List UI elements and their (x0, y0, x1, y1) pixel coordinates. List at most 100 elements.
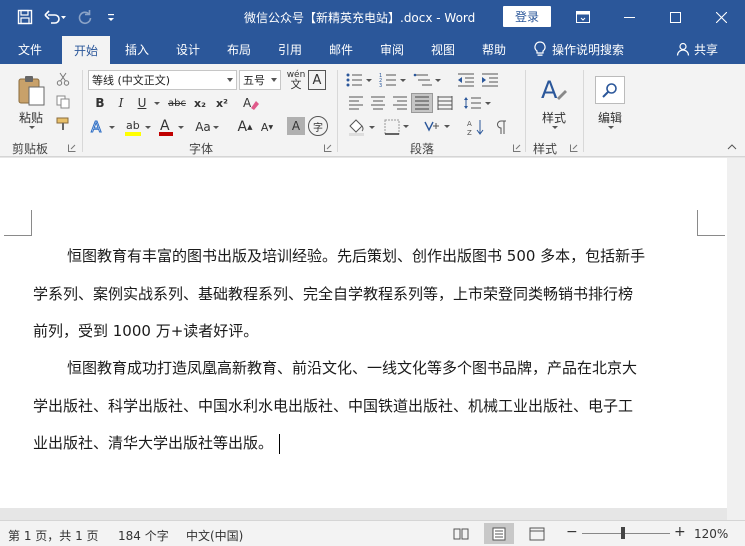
font-name-combo[interactable]: 等线 (中文正文) (88, 70, 237, 90)
undo-button[interactable] (40, 6, 70, 28)
editing-button[interactable]: 编辑 (590, 69, 630, 135)
word-count[interactable]: 184 个字 (118, 527, 169, 544)
save-button[interactable] (14, 6, 36, 28)
tab-view[interactable]: 视图 (422, 34, 464, 64)
copy-button[interactable] (54, 93, 72, 111)
web-layout-button[interactable] (522, 523, 552, 544)
tab-review[interactable]: 审阅 (371, 34, 413, 64)
align-center-button[interactable] (368, 94, 388, 112)
shading-button[interactable] (346, 116, 380, 138)
ribbon-display-icon (576, 11, 590, 23)
close-button[interactable] (698, 0, 744, 34)
read-mode-button[interactable] (446, 523, 476, 544)
lightbulb-icon (534, 41, 546, 56)
cut-button[interactable] (54, 70, 72, 88)
font-color-button[interactable]: A (157, 116, 187, 138)
paragraph-1[interactable]: 恒图教育有丰富的图书出版及培训经验。先后策划、创作出版图书 500 多本，包括新… (33, 238, 698, 351)
tell-me-search[interactable]: 操作说明搜索 (534, 34, 624, 64)
sort-button[interactable]: AZ (466, 116, 486, 138)
clipboard-launcher-icon[interactable] (68, 144, 76, 152)
bold-button[interactable]: B (92, 94, 108, 112)
paste-button[interactable]: 粘贴 (10, 70, 52, 134)
language-indicator[interactable]: 中文(中国) (186, 527, 243, 544)
phonetic-guide-button[interactable]: wén 文 (286, 69, 306, 91)
save-icon (17, 9, 33, 25)
share-button[interactable]: 共享 (676, 34, 718, 64)
login-button[interactable]: 登录 (503, 6, 551, 27)
document-area: 恒图教育有丰富的图书出版及培训经验。先后策划、创作出版图书 500 多本，包括新… (0, 158, 745, 520)
italic-button[interactable]: I (113, 94, 129, 112)
zoom-level[interactable]: 120% (694, 527, 728, 541)
font-size-combo[interactable]: 五号 (239, 70, 281, 90)
tab-mailings[interactable]: 邮件 (320, 34, 362, 64)
underline-button[interactable]: U (134, 94, 150, 112)
styles-group-label: 样式 (533, 142, 558, 156)
vertical-scrollbar[interactable] (727, 158, 745, 520)
change-case-button[interactable]: Aa (192, 116, 222, 138)
decrease-indent-button[interactable] (455, 70, 477, 90)
align-right-button[interactable] (390, 94, 410, 112)
separator (583, 70, 584, 152)
zoom-slider-track[interactable] (582, 533, 670, 534)
align-left-button[interactable] (346, 94, 366, 112)
tab-insert[interactable]: 插入 (116, 34, 158, 64)
increase-indent-button[interactable] (479, 70, 501, 90)
crop-mark-right (697, 210, 725, 236)
strikethrough-button[interactable]: abc (166, 94, 188, 112)
show-marks-button[interactable] (492, 116, 510, 138)
line-spacing-button[interactable] (462, 94, 494, 112)
zoom-slider-thumb[interactable] (621, 527, 625, 539)
tab-file[interactable]: 文件 (8, 34, 52, 64)
tab-references[interactable]: 引用 (269, 34, 311, 64)
customize-qat-button[interactable] (100, 6, 122, 28)
format-painter-button[interactable] (54, 115, 72, 133)
redo-button[interactable] (74, 6, 96, 28)
text-effects-button[interactable]: A (90, 116, 116, 138)
document-title: 微信公众号【新精英充电站】.docx - Word (244, 11, 476, 25)
highlight-button[interactable]: ab (122, 116, 154, 138)
tab-design[interactable]: 设计 (167, 34, 209, 64)
tab-home[interactable]: 开始 (62, 36, 110, 64)
underline-dropdown-icon[interactable] (154, 102, 160, 105)
grow-font-button[interactable]: A ▲ (236, 116, 254, 138)
styles-button[interactable]: A 样式 (532, 69, 576, 135)
zoom-in-button[interactable]: + (674, 524, 686, 540)
paragraph-launcher-icon[interactable] (513, 144, 521, 152)
char-shading-button[interactable]: A (287, 117, 305, 135)
format-painter-icon (56, 117, 69, 130)
document-page[interactable]: 恒图教育有丰富的图书出版及培训经验。先后策划、创作出版图书 500 多本，包括新… (0, 158, 727, 508)
borders-icon (384, 119, 409, 135)
align-right-icon (393, 96, 407, 110)
subscript-button[interactable]: x₂ (190, 94, 210, 112)
distributed-button[interactable] (435, 94, 455, 112)
justify-button[interactable] (411, 93, 433, 113)
line-spacing-icon (464, 97, 491, 109)
shrink-font-button[interactable]: A ▼ (258, 116, 276, 138)
char-border-button[interactable]: A (308, 70, 326, 90)
minimize-button[interactable] (606, 0, 652, 34)
maximize-button[interactable] (652, 0, 698, 34)
enclose-chars-button[interactable]: 字 (308, 116, 328, 136)
close-icon (715, 11, 727, 23)
clear-formatting-button[interactable]: A (240, 92, 262, 114)
increase-indent-icon (482, 73, 498, 87)
chevron-down-icon (608, 125, 614, 129)
customize-icon (108, 14, 114, 21)
paragraph-2[interactable]: 恒图教育成功打造凤凰高新教育、前沿文化、一线文化等多个图书品牌，产品在北京大 学… (33, 350, 698, 463)
zoom-out-button[interactable]: − (566, 524, 578, 540)
borders-button[interactable] (383, 116, 413, 138)
tab-help[interactable]: 帮助 (473, 34, 515, 64)
ribbon-display-options-button[interactable] (560, 0, 606, 34)
tab-layout[interactable]: 布局 (218, 34, 260, 64)
chinese-layout-button[interactable] (422, 116, 454, 138)
collapse-ribbon-button[interactable] (725, 142, 739, 152)
page-count[interactable]: 第 1 页，共 1 页 (8, 527, 99, 544)
numbering-button[interactable]: 123 (378, 70, 410, 90)
font-launcher-icon[interactable] (324, 144, 332, 152)
separator (525, 70, 526, 152)
styles-launcher-icon[interactable] (570, 144, 578, 152)
bullets-button[interactable] (344, 70, 376, 90)
print-layout-button[interactable] (484, 523, 514, 544)
multilevel-list-button[interactable] (412, 70, 444, 90)
superscript-button[interactable]: x² (212, 94, 232, 112)
